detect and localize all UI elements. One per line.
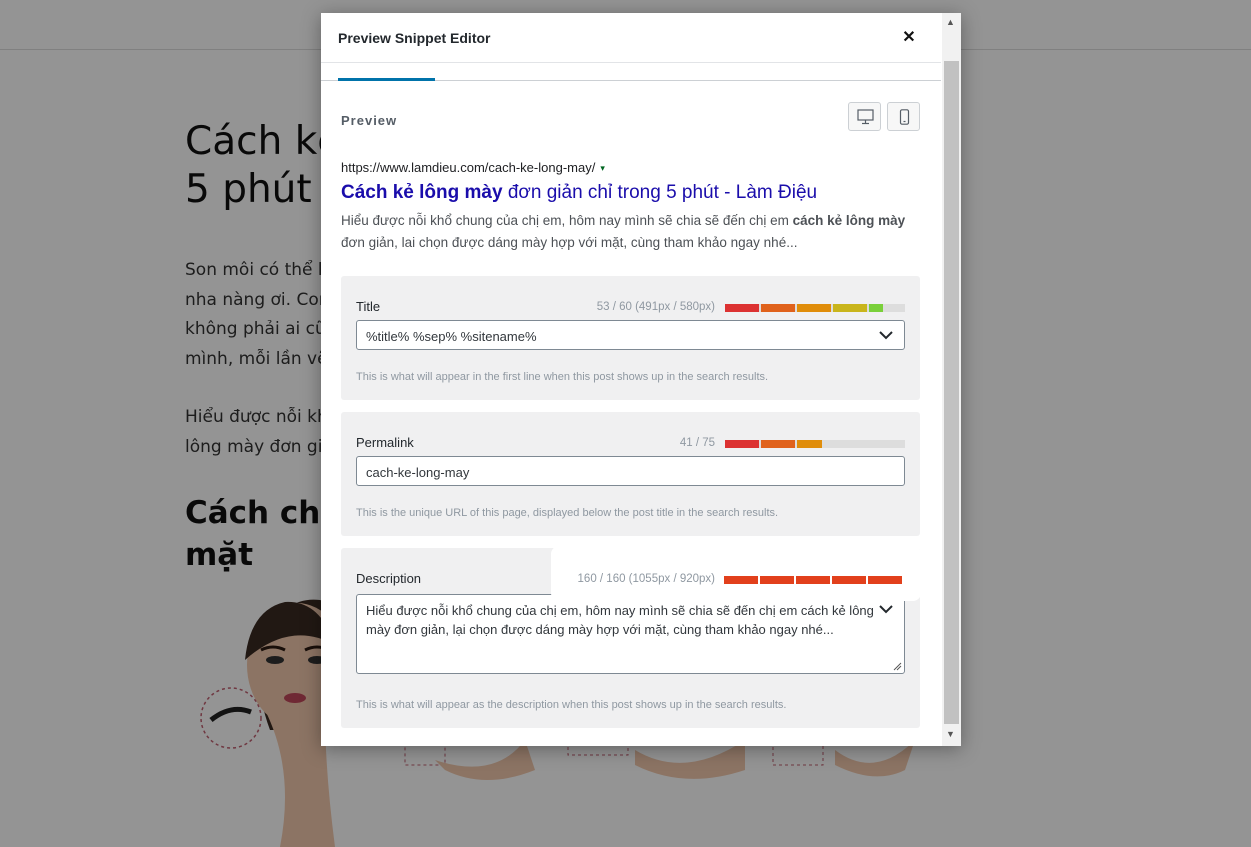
serp-desc-text: đơn giản, lai chọn được dáng mày hợp với… — [341, 235, 798, 250]
serp-title-rest: đơn giản chỉ trong 5 phút - Làm Điệu — [502, 182, 818, 203]
serp-title: Cách kẻ lông mày đơn giản chỉ trong 5 ph… — [341, 182, 817, 204]
meter-segment — [869, 304, 884, 312]
meter-segment — [832, 576, 866, 584]
title-panel: Title 53 / 60 (491px / 580px) %title% %s… — [341, 276, 920, 400]
meter-segment — [796, 576, 830, 584]
serp-desc-keyword: cách kẻ lông mày — [792, 213, 906, 228]
title-input-value: %title% %sep% %sitename% — [366, 329, 537, 344]
close-icon: ✕ — [902, 29, 916, 46]
description-counter-highlight: 160 / 160 (1055px / 920px) — [551, 546, 921, 601]
title-label: Title — [356, 299, 381, 314]
tab-bar — [321, 63, 941, 81]
desktop-icon — [857, 109, 874, 125]
chevron-down-icon[interactable] — [878, 601, 894, 617]
meter-segment — [725, 304, 759, 312]
description-length-meter — [724, 576, 905, 584]
meter-segment — [797, 440, 823, 448]
dropdown-caret-icon: ▾ — [600, 163, 605, 173]
description-help-text: This is what will appear as the descript… — [356, 699, 787, 711]
description-counter: 160 / 160 (1055px / 920px) — [577, 573, 715, 585]
resize-handle-icon[interactable] — [892, 661, 902, 671]
meter-segment — [724, 576, 758, 584]
mobile-icon — [899, 109, 910, 125]
meter-segment — [797, 304, 831, 312]
desktop-preview-button[interactable] — [848, 102, 881, 131]
scroll-up-arrow-icon[interactable]: ▲ — [946, 17, 955, 27]
scroll-down-arrow-icon[interactable]: ▼ — [946, 729, 955, 739]
serp-title-keyword: Cách kẻ lông mày — [341, 182, 503, 203]
modal-scrollbar[interactable]: ▲ ▼ — [942, 13, 961, 746]
meter-segment — [833, 304, 867, 312]
title-help-text: This is what will appear in the first li… — [356, 371, 769, 383]
serp-url: https://www.lamdieu.com/cach-ke-long-may… — [341, 160, 605, 175]
chevron-down-icon[interactable] — [878, 327, 894, 343]
description-textarea-value: Hiểu được nỗi khổ chung của chị em, hôm … — [366, 603, 874, 637]
serp-description: Hiểu được nỗi khổ chung của chị em, hôm … — [341, 210, 911, 254]
scroll-thumb[interactable] — [944, 61, 959, 724]
permalink-label: Permalink — [356, 435, 414, 450]
snippet-editor-modal: Preview Snippet Editor ✕ ▲ ▼ Preview htt… — [321, 13, 961, 746]
permalink-panel: Permalink 41 / 75 cach-ke-long-may This … — [341, 412, 920, 536]
description-label: Description — [356, 571, 422, 586]
meter-segment — [725, 440, 759, 448]
meter-segment — [760, 576, 794, 584]
modal-title: Preview Snippet Editor — [338, 30, 491, 46]
permalink-length-meter — [725, 440, 905, 448]
description-textarea[interactable]: Hiểu được nỗi khổ chung của chị em, hôm … — [356, 594, 905, 674]
tab-general[interactable] — [338, 78, 435, 81]
mobile-preview-button[interactable] — [887, 102, 920, 131]
meter-segment — [761, 440, 795, 448]
modal-header: Preview Snippet Editor ✕ — [321, 13, 941, 63]
serp-url-text: https://www.lamdieu.com/cach-ke-long-may… — [341, 160, 596, 175]
close-button[interactable]: ✕ — [899, 28, 919, 48]
meter-segment — [868, 576, 902, 584]
title-input[interactable]: %title% %sep% %sitename% — [356, 320, 905, 350]
preview-heading: Preview — [341, 113, 398, 128]
serp-desc-text: Hiểu được nỗi khổ chung của chị em, hôm … — [341, 213, 793, 228]
permalink-input-value: cach-ke-long-may — [366, 465, 470, 480]
title-length-meter — [725, 304, 905, 312]
permalink-counter: 41 / 75 — [679, 437, 715, 449]
title-counter: 53 / 60 (491px / 580px) — [596, 301, 715, 313]
permalink-help-text: This is the unique URL of this page, dis… — [356, 507, 779, 519]
permalink-input[interactable]: cach-ke-long-may — [356, 456, 905, 486]
meter-segment — [761, 304, 795, 312]
